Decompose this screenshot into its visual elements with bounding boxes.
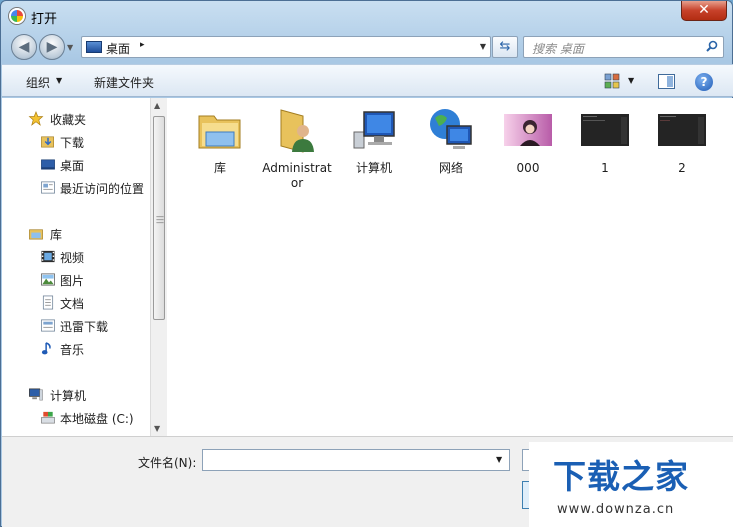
downloads-folder-icon: [41, 136, 54, 148]
help-icon[interactable]: ?: [695, 73, 713, 91]
title-bar: 打开 ✕: [1, 1, 732, 31]
file-name: 库: [213, 161, 226, 175]
nav-item-downloads[interactable]: 下载: [2, 131, 150, 151]
nav-item-label: 文档: [60, 297, 85, 311]
address-bar[interactable]: 桌面 ▸ ▼: [81, 36, 491, 58]
library-icon: [29, 229, 43, 240]
nav-item-pictures[interactable]: 图片: [2, 269, 150, 289]
library-icon: [198, 115, 241, 149]
nav-item-label: 最近访问的位置: [60, 182, 145, 196]
video-icon: [41, 250, 55, 263]
nav-item-label: 视频: [60, 251, 85, 265]
preview-pane-icon[interactable]: [658, 74, 675, 89]
recent-places-icon: [41, 181, 55, 194]
computer-icon: [29, 388, 43, 401]
nav-favorites-label: 收藏夹: [50, 113, 87, 127]
file-name: 网络: [438, 161, 463, 175]
dark-screenshot-thumbnail: [581, 114, 629, 146]
music-icon: [41, 342, 51, 355]
local-disk-icon: [41, 411, 55, 424]
back-arrow-icon: ◀: [18, 39, 30, 55]
window-title: 打开: [31, 12, 58, 27]
nav-item-label: 迅雷下载: [60, 320, 109, 334]
file-name: 000: [516, 161, 540, 175]
user-folder-icon: [280, 109, 314, 153]
computer-icon: [353, 111, 395, 149]
recent-pages-dropdown[interactable]: ▼: [67, 43, 73, 52]
nav-item-label: 下载: [60, 136, 85, 150]
file-item-1[interactable]: 1: [570, 106, 640, 176]
command-bar: 组织 ▼ 新建文件夹 ▼ ?: [2, 64, 733, 97]
nav-item-recent-places[interactable]: 最近访问的位置: [2, 177, 150, 197]
star-icon: [28, 111, 44, 126]
scroll-up-icon[interactable]: ▲: [154, 101, 160, 110]
close-button[interactable]: ✕: [681, 1, 727, 21]
nav-item-videos[interactable]: 视频: [2, 246, 150, 266]
nav-item-desktop[interactable]: 桌面: [2, 154, 150, 174]
new-folder-button[interactable]: 新建文件夹: [94, 74, 154, 91]
file-item-2[interactable]: 2: [647, 106, 717, 176]
nav-item-label: 桌面: [60, 159, 85, 173]
file-item-000[interactable]: 000: [493, 106, 563, 176]
address-dropdown-icon[interactable]: ▼: [480, 42, 486, 51]
network-icon: [430, 109, 472, 149]
search-input[interactable]: 搜索 桌面: [532, 40, 584, 57]
pictures-icon: [41, 273, 55, 286]
filename-label: 文件名(N):: [138, 456, 197, 470]
scroll-grip-icon: — — —: [156, 212, 164, 227]
documents-icon: [42, 295, 54, 310]
file-item-library[interactable]: 库: [185, 106, 255, 176]
watermark-title: 下载之家: [553, 457, 689, 496]
navigation-pane: 收藏夹 下载 桌面 最近访问的位置 库 视频 图片 文档 迅雷下载 音乐 计算机…: [2, 98, 150, 436]
app-icon: [9, 8, 25, 24]
refresh-button[interactable]: ⇆: [492, 36, 518, 58]
change-view-icon[interactable]: [604, 73, 620, 89]
file-name: Administrator: [262, 161, 332, 190]
watermark-logo: 下载之家 www.downza.cn: [529, 442, 733, 527]
back-button[interactable]: ◀: [11, 34, 37, 60]
file-item-network[interactable]: 网络: [416, 106, 486, 176]
desktop-icon: [41, 159, 55, 170]
nav-item-music[interactable]: 音乐: [2, 338, 150, 358]
breadcrumb-arrow-icon[interactable]: ▸: [140, 40, 145, 50]
nav-item-label: 本地磁盘 (C:): [60, 412, 134, 426]
nav-item-label: 图片: [60, 274, 85, 288]
forward-arrow-icon: ▶: [46, 39, 58, 55]
search-box[interactable]: 搜索 桌面: [523, 36, 724, 58]
xunlei-download-icon: [41, 319, 55, 332]
file-list: 库 Administrator 计算机 网络 000 1 2: [167, 98, 733, 436]
filename-dropdown-icon[interactable]: ▼: [496, 455, 502, 464]
organize-button[interactable]: 组织: [26, 74, 50, 91]
file-name: 1: [601, 161, 609, 175]
file-name: 计算机: [355, 161, 392, 175]
address-location[interactable]: 桌面: [106, 40, 130, 57]
view-dropdown-icon[interactable]: ▼: [628, 76, 634, 85]
image-thumbnail: [504, 114, 552, 146]
open-file-dialog: 打开 ✕ ◀ ▶ ▼ 桌面 ▸ ▼ ⇆ 搜索 桌面 组织 ▼ 新建文件夹 ▼ ?: [0, 0, 733, 527]
nav-item-documents[interactable]: 文档: [2, 292, 150, 312]
file-item-computer[interactable]: 计算机: [339, 106, 409, 176]
nav-favorites[interactable]: 收藏夹: [2, 108, 150, 128]
scroll-down-icon[interactable]: ▼: [154, 424, 160, 433]
file-name: 2: [678, 161, 686, 175]
nav-libraries-label: 库: [50, 228, 63, 242]
nav-item-xunlei-downloads[interactable]: 迅雷下载: [2, 315, 150, 335]
desktop-icon: [86, 41, 102, 53]
nav-computer[interactable]: 计算机: [2, 384, 150, 404]
nav-scrollbar[interactable]: ▲ — — — ▼: [150, 98, 167, 436]
watermark-url: www.downza.cn: [557, 502, 675, 517]
nav-libraries[interactable]: 库: [2, 223, 150, 243]
organize-dropdown-icon[interactable]: ▼: [56, 76, 62, 85]
nav-computer-label: 计算机: [50, 389, 87, 403]
nav-item-local-disk-c[interactable]: 本地磁盘 (C:): [2, 407, 150, 427]
nav-item-label: 音乐: [60, 343, 85, 357]
scroll-thumb[interactable]: — — —: [153, 116, 165, 320]
dark-screenshot-thumbnail: [658, 114, 706, 146]
forward-button[interactable]: ▶: [39, 34, 65, 60]
file-item-administrator[interactable]: Administrator: [262, 106, 332, 191]
filename-input[interactable]: [202, 449, 510, 471]
refresh-icon: ⇆: [499, 39, 511, 54]
search-icon[interactable]: [706, 40, 718, 52]
